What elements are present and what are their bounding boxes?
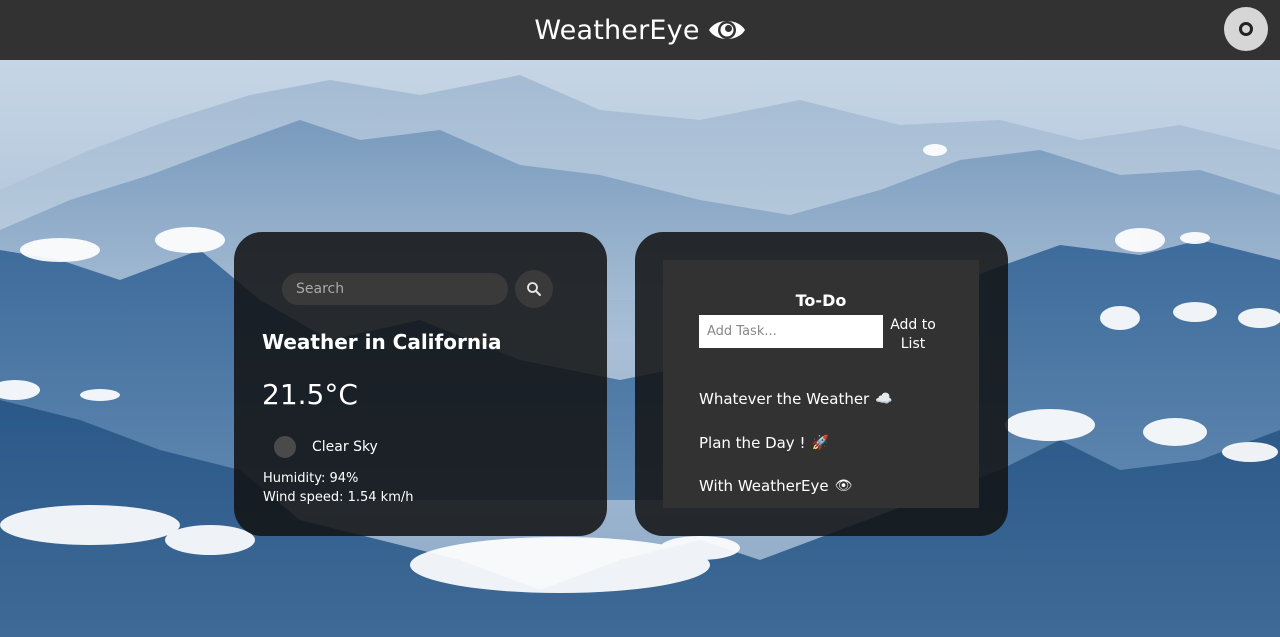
rocket-icon: 🚀 (811, 435, 829, 451)
weather-condition-icon (274, 436, 296, 458)
search-button[interactable] (515, 270, 553, 308)
todo-item[interactable]: Whatever the Weather ☁️ (699, 390, 893, 408)
weather-city-title: Weather in California (262, 330, 502, 354)
todo-item-text: Whatever the Weather (699, 390, 870, 408)
eye-icon (708, 21, 745, 39)
theme-toggle-button[interactable] (1224, 7, 1268, 51)
todo-item[interactable]: Plan the Day ! 🚀 (699, 434, 829, 452)
temperature-value: 21.5°C (262, 378, 358, 411)
search-bar (282, 270, 553, 308)
app-title: WeatherEye (534, 14, 700, 46)
search-input[interactable] (282, 273, 508, 305)
brand: WeatherEye (534, 15, 745, 46)
search-icon (527, 282, 541, 296)
weather-card: Weather in California 21.5°C Clear Sky H… (234, 232, 607, 536)
add-to-list-label-line1: Add to (890, 317, 936, 333)
task-input[interactable] (699, 315, 883, 348)
wind-speed-text: Wind speed: 1.54 km/h (263, 490, 414, 505)
todo-panel: To-Do Add to List Whatever the Weather ☁… (663, 260, 979, 508)
todo-item[interactable]: With WeatherEye 👁 (699, 477, 852, 495)
cloud-icon: ☁️ (875, 391, 893, 407)
todo-item-text: Plan the Day ! (699, 434, 806, 452)
weather-condition: Clear Sky (274, 436, 378, 458)
weather-description: Clear Sky (312, 439, 378, 455)
eye-icon: 👁 (834, 478, 853, 494)
todo-item-text: With WeatherEye (699, 477, 829, 495)
todo-title: To-Do (795, 291, 847, 310)
todo-card: To-Do Add to List Whatever the Weather ☁… (635, 232, 1008, 536)
theme-toggle-icon (1239, 22, 1253, 36)
humidity-text: Humidity: 94% (263, 471, 359, 486)
add-to-list-button[interactable]: Add to List (885, 316, 941, 354)
add-to-list-label-line2: List (900, 336, 926, 352)
top-navbar: WeatherEye (0, 0, 1280, 60)
